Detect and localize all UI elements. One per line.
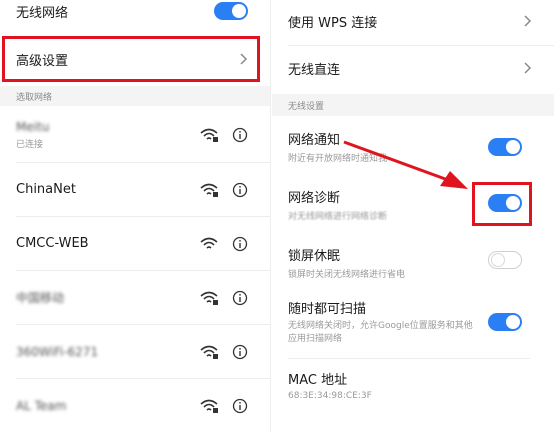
wifi-lock-icon: [200, 183, 218, 197]
toggle-knob: [491, 253, 505, 267]
network-row[interactable]: 中国移动: [0, 271, 270, 324]
mac-address-value: 68:3E:34:98:CE:3F: [288, 391, 372, 401]
always-scan-title: 随时都可扫描: [288, 302, 367, 317]
network-name: 中国移动: [16, 291, 65, 305]
advanced-settings-label: 高级设置: [16, 53, 69, 69]
info-icon[interactable]: [232, 344, 248, 360]
section-label: 无线设置: [288, 101, 325, 112]
lock-sleep-toggle[interactable]: [488, 251, 522, 269]
network-row[interactable]: 360WiFi-6271: [0, 325, 270, 378]
network-row[interactable]: AL Team: [0, 379, 270, 432]
chevron-right-icon: [524, 62, 532, 74]
advanced-settings-row[interactable]: 高级设置: [0, 36, 270, 82]
toggle-knob: [506, 140, 520, 154]
network-notify-title: 网络通知: [288, 132, 341, 148]
network-diagnosis-desc: 对无线网络进行网络诊断: [288, 211, 388, 222]
network-row[interactable]: CMCC-WEB: [0, 217, 270, 270]
info-icon[interactable]: [232, 236, 248, 252]
network-notify-toggle[interactable]: [488, 138, 522, 156]
wlan-row[interactable]: 无线网络: [0, 0, 270, 22]
info-icon[interactable]: [232, 127, 248, 143]
network-name: Meitu: [16, 120, 50, 134]
lock-sleep-row[interactable]: 锁屏休眠 锁屏时关闭无线网络进行省电: [272, 236, 554, 288]
network-name: ChinaNet: [16, 182, 76, 197]
toggle-knob: [506, 196, 520, 210]
network-diagnosis-toggle[interactable]: [488, 194, 522, 212]
info-icon[interactable]: [232, 182, 248, 198]
info-icon[interactable]: [232, 290, 248, 306]
chevron-right-icon: [524, 15, 532, 27]
always-scan-toggle[interactable]: [488, 313, 522, 331]
wifi-lock-icon: [200, 291, 218, 305]
network-name: CMCC-WEB: [16, 236, 89, 251]
section-wlan-settings: 无线设置: [272, 94, 554, 116]
wifi-direct-label: 无线直连: [288, 62, 341, 78]
wlan-label: 无线网络: [16, 5, 69, 21]
toggle-knob: [232, 4, 246, 18]
mac-address-row: MAC 地址 68:3E:34:98:CE:3F: [272, 362, 554, 408]
always-scan-desc: 无线网络关闭时，允许Google位置服务和其他应用扫描网络: [288, 321, 473, 344]
wps-row[interactable]: 使用 WPS 连接: [272, 0, 554, 42]
network-name: AL Team: [16, 398, 67, 413]
wlan-settings-panel: 使用 WPS 连接 无线直连 无线设置 网络通知 附近有开放网络时通知我 网络诊…: [272, 0, 554, 432]
wlan-panel: 无线网络 高级设置 选取网络 Meitu 已连接 ChinaNet CMCC-W…: [0, 0, 271, 432]
network-name: 360WiFi-6271: [16, 344, 99, 359]
network-row[interactable]: Meitu 已连接: [0, 108, 270, 162]
info-icon[interactable]: [232, 398, 248, 414]
section-select-network: 选取网络: [0, 86, 270, 106]
wifi-icon: [200, 237, 218, 249]
always-scan-row[interactable]: 随时都可扫描 无线网络关闭时，允许Google位置服务和其他应用扫描网络: [272, 292, 554, 352]
wlan-toggle[interactable]: [214, 2, 248, 20]
lock-sleep-title: 锁屏休眠: [288, 248, 341, 264]
chevron-right-icon: [240, 53, 248, 65]
toggle-knob: [506, 315, 520, 329]
network-status: 已连接: [16, 140, 44, 150]
network-row[interactable]: ChinaNet: [0, 163, 270, 216]
wifi-lock-icon: [200, 399, 218, 413]
wps-label: 使用 WPS 连接: [288, 15, 378, 31]
lock-sleep-desc: 锁屏时关闭无线网络进行省电: [288, 269, 406, 280]
mac-address-title: MAC 地址: [288, 373, 348, 388]
wifi-lock-icon: [200, 128, 218, 142]
arrow-icon: [343, 140, 468, 189]
network-diagnosis-title: 网络诊断: [288, 190, 341, 206]
wifi-direct-row[interactable]: 无线直连: [272, 46, 554, 90]
divider: [288, 358, 530, 359]
wifi-lock-icon: [200, 345, 218, 359]
section-label: 选取网络: [16, 92, 53, 103]
